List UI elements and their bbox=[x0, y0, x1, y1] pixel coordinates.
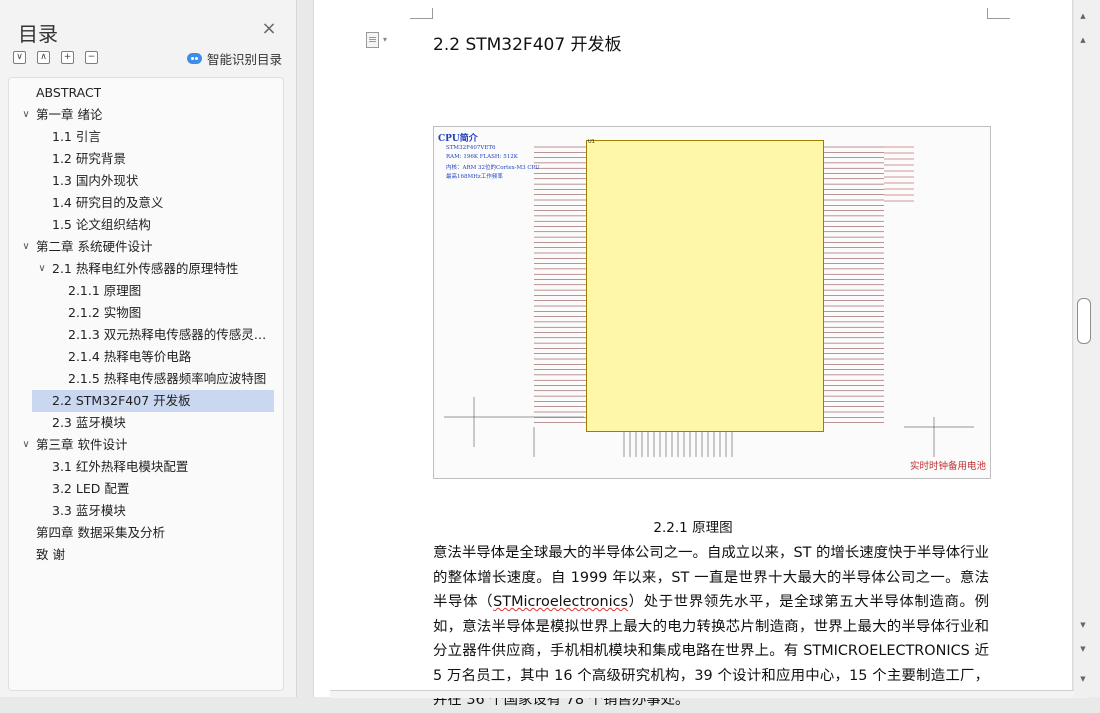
toc-item[interactable]: 2.1.5 热释电传感器频率响应波特图 bbox=[20, 368, 274, 390]
toc-item[interactable]: 第四章 数据采集及分析 bbox=[20, 522, 274, 544]
scroll-thumb[interactable] bbox=[1077, 298, 1091, 344]
section-heading: 2.2 STM32F407 开发板 bbox=[433, 35, 622, 55]
toc-item[interactable]: ABSTRACT bbox=[20, 82, 274, 104]
toc-item[interactable]: 3.2 LED 配置 bbox=[20, 478, 274, 500]
toc-item[interactable]: 2.3 蓝牙模块 bbox=[20, 412, 274, 434]
document-page: ▾ 2.2 STM32F407 开发板 CPU简介 STM32F407VET6 … bbox=[313, 0, 1088, 708]
mcu-chip bbox=[586, 140, 824, 432]
scroll-up-icon[interactable]: ▲ bbox=[1076, 12, 1090, 24]
toc-sidebar: 目录 × ∨ ∧ + − 智能识别目录 ABSTRACT ∨ 第一章 绪论 1.1 引… bbox=[0, 0, 297, 697]
figure-note: 最高168MHz工作频率 bbox=[446, 174, 503, 180]
figure-title: CPU简介 bbox=[438, 134, 478, 144]
toc-item-label: 第三章 软件设计 bbox=[36, 437, 128, 452]
chevron-down-icon[interactable]: ∨ bbox=[36, 258, 48, 280]
toc-item[interactable]: 2.1.2 实物图 bbox=[20, 302, 274, 324]
toc-item[interactable]: ∨ 2.1 热释电红外传感器的原理特性 bbox=[20, 258, 274, 280]
toc-item-label: 2.1.4 热释电等价电路 bbox=[68, 349, 192, 364]
toc-item-label: 致 谢 bbox=[36, 547, 65, 562]
toc-item[interactable]: 2.1.3 双元热释电传感器的传感灵敏度与频率特性 bbox=[20, 324, 274, 346]
toc-item-label: 第四章 数据采集及分析 bbox=[36, 525, 165, 540]
toc-item-label: 1.4 研究目的及意义 bbox=[52, 195, 164, 210]
toc-title: 目录 bbox=[18, 22, 58, 46]
toc-item-label: ABSTRACT bbox=[36, 85, 102, 100]
toc-item-label: 1.1 引言 bbox=[52, 129, 101, 144]
toc-item-label: 3.1 红外热释电模块配置 bbox=[52, 459, 189, 474]
toc-item-label: 1.3 国内外现状 bbox=[52, 173, 139, 188]
toc-item-label: 2.1.1 原理图 bbox=[68, 283, 142, 298]
toc-item[interactable]: 1.1 引言 bbox=[20, 126, 274, 148]
toc-item-label: 2.3 蓝牙模块 bbox=[52, 415, 126, 430]
toc-item[interactable]: ∨ 第二章 系统硬件设计 bbox=[20, 236, 274, 258]
vertical-scrollbar[interactable] bbox=[1074, 0, 1100, 697]
scroll-up-icon[interactable]: ▲ bbox=[1076, 36, 1090, 48]
smart-toc-label: 智能识别目录 bbox=[207, 52, 283, 67]
toc-item-label: 2.1.2 实物图 bbox=[68, 305, 142, 320]
expand-level-icon[interactable]: ∧ bbox=[37, 51, 50, 64]
body-paragraph: 意法半导体是全球最大的半导体公司之一。自成立以来，ST 的增长速度快于半导体行业… bbox=[433, 541, 989, 713]
scroll-down-icon[interactable]: ▼ bbox=[1076, 645, 1090, 657]
figure-note: 内核：ARM 32位的Cortex-M3 CPU bbox=[446, 165, 540, 171]
toc-item-label: 第一章 绪论 bbox=[36, 107, 103, 122]
toc-item-label: 3.3 蓝牙模块 bbox=[52, 503, 126, 518]
chip-label: U1 bbox=[588, 139, 595, 145]
scroll-down-icon[interactable]: ▼ bbox=[1076, 621, 1090, 633]
toc-item[interactable]: 2.2 STM32F407 开发板 bbox=[32, 390, 274, 412]
close-icon[interactable]: × bbox=[260, 20, 278, 38]
toc-item[interactable]: ∨ 第三章 软件设计 bbox=[20, 434, 274, 456]
chevron-down-icon[interactable]: ∨ bbox=[20, 236, 32, 258]
figure-caption: 2.2.1 原理图 bbox=[653, 520, 733, 536]
crop-mark-left bbox=[410, 8, 433, 19]
ai-icon bbox=[187, 53, 202, 64]
toc-item-label: 1.5 论文组织结构 bbox=[52, 217, 151, 232]
chevron-down-icon[interactable]: ∨ bbox=[20, 104, 32, 126]
toc-item[interactable]: ∨ 第一章 绪论 bbox=[20, 104, 274, 126]
chevron-down-icon[interactable]: ▾ bbox=[383, 35, 387, 44]
add-heading-icon[interactable]: + bbox=[61, 51, 74, 64]
toc-item-label: 2.1.5 热释电传感器频率响应波特图 bbox=[68, 371, 267, 386]
toc-item[interactable]: 致 谢 bbox=[20, 544, 274, 566]
smart-toc-button[interactable]: 智能识别目录 bbox=[187, 49, 282, 68]
toc-item-label: 3.2 LED 配置 bbox=[52, 481, 130, 496]
figure-note: STM32F407VET6 bbox=[446, 145, 496, 151]
document-icon[interactable] bbox=[366, 32, 379, 48]
schematic-figure: CPU简介 STM32F407VET6 RAM: 196K FLASH: 512… bbox=[433, 126, 991, 479]
toc-item-label: 2.1 热释电红外传感器的原理特性 bbox=[52, 261, 239, 276]
scroll-down-icon[interactable]: ▼ bbox=[1076, 675, 1090, 687]
document-area: ▾ 2.2 STM32F407 开发板 CPU简介 STM32F407VET6 … bbox=[297, 0, 1100, 708]
toc-item[interactable]: 3.3 蓝牙模块 bbox=[20, 500, 274, 522]
toc-item[interactable]: 3.1 红外热释电模块配置 bbox=[20, 456, 274, 478]
figure-note-battery: 实时时钟备用电池 bbox=[909, 461, 986, 472]
toc-item[interactable]: 1.2 研究背景 bbox=[20, 148, 274, 170]
toc-item[interactable]: 1.3 国内外现状 bbox=[20, 170, 274, 192]
spellcheck-mark[interactable]: STMicroelectronics bbox=[493, 594, 628, 610]
collapse-all-icon[interactable]: ∨ bbox=[13, 51, 26, 64]
figure-note: RAM: 196K FLASH: 512K bbox=[446, 154, 518, 160]
chevron-down-icon[interactable]: ∨ bbox=[20, 434, 32, 456]
toc-item[interactable]: 2.1.1 原理图 bbox=[20, 280, 274, 302]
toc-item-label: 第二章 系统硬件设计 bbox=[36, 239, 153, 254]
toc-item[interactable]: 1.4 研究目的及意义 bbox=[20, 192, 274, 214]
toc-item[interactable]: 1.5 论文组织结构 bbox=[20, 214, 274, 236]
toc-item[interactable]: 2.1.4 热释电等价电路 bbox=[20, 346, 274, 368]
crop-mark-right bbox=[987, 8, 1010, 19]
toc-item-label: 2.2 STM32F407 开发板 bbox=[52, 393, 191, 408]
remove-heading-icon[interactable]: − bbox=[85, 51, 98, 64]
toc-item-label: 1.2 研究背景 bbox=[52, 151, 126, 166]
toc-item-label: 2.1.3 双元热释电传感器的传感灵敏度与频率特性 bbox=[68, 327, 270, 342]
